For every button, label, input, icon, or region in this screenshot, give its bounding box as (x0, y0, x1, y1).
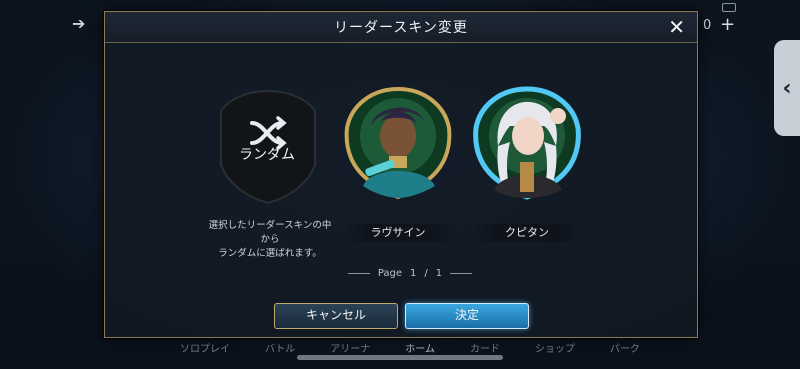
modal-header: リーダースキン変更 ✕ (105, 12, 697, 43)
chevron-left-icon: ‹ (782, 75, 792, 101)
confirm-button[interactable]: 決定 (405, 303, 529, 329)
skin-kupitan[interactable] (470, 86, 584, 200)
nav-item-park[interactable]: パーク (610, 340, 640, 366)
nav-item-home[interactable]: ホーム (405, 340, 435, 366)
kupitan-portrait (473, 86, 581, 200)
currency-counter: 0 (703, 18, 712, 33)
modal-title: リーダースキン変更 (334, 20, 468, 36)
cancel-button[interactable]: キャンセル (274, 303, 398, 329)
pager: Page 1 / 1 (345, 268, 475, 279)
leader-skin-modal: リーダースキン変更 ✕ ランダム 選択したリーダースキンの中から ランダムに選ば… (104, 11, 698, 338)
home-indicator (297, 355, 503, 360)
random-description: 選択したリーダースキンの中から ランダムに選ばれます。 (208, 220, 332, 259)
pager-current: 1 (410, 268, 417, 279)
pager-separator: / (424, 268, 428, 279)
nav-item-card[interactable]: カード (470, 340, 500, 366)
bottom-nav: ソロプレイ バトル アリーナ ホーム カード ショップ パーク (180, 340, 640, 366)
side-tab-button[interactable]: ‹ (774, 40, 800, 136)
pager-line-left (347, 273, 370, 274)
skin-name-random: ランダム (239, 147, 295, 163)
nav-item-shop[interactable]: ショップ (535, 340, 575, 366)
nav-item-arena[interactable]: アリーナ (330, 340, 370, 366)
nav-item-battle[interactable]: バトル (265, 340, 295, 366)
skin-name-lovesign: ラヴサイン (341, 224, 455, 242)
lovesign-portrait (344, 86, 452, 200)
skin-name-kupitan: クピタン (470, 224, 584, 242)
back-arrow-icon[interactable]: ➔ (72, 14, 85, 33)
close-icon[interactable]: ✕ (668, 15, 685, 39)
pager-label: Page (377, 268, 403, 279)
add-currency-icon[interactable]: + (720, 14, 735, 35)
pager-line-right (450, 273, 473, 274)
nav-item-solo[interactable]: ソロプレイ (180, 340, 230, 366)
battery-icon (722, 3, 736, 12)
skin-lovesign[interactable] (341, 86, 455, 200)
pager-total: 1 (435, 268, 443, 279)
